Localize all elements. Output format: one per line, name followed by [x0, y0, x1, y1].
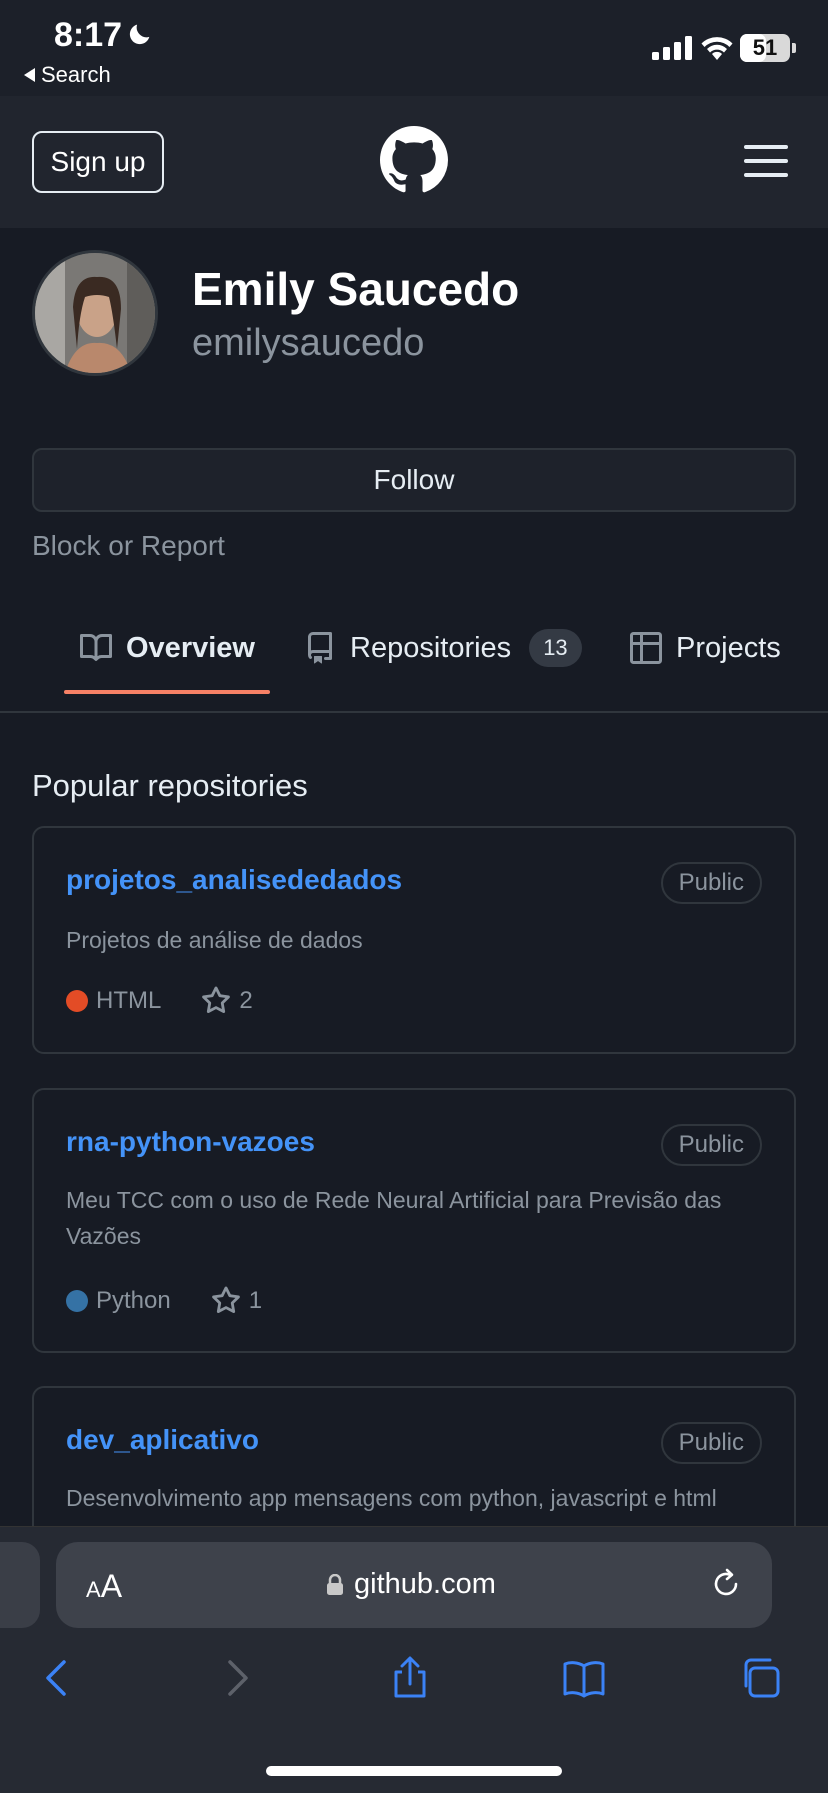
- profile-username: emilysaucedo: [192, 322, 425, 364]
- repo-language: HTML: [96, 987, 162, 1014]
- repo-description: Projetos de análise de dados: [66, 927, 363, 953]
- repo-description: Desenvolvimento app mensagens com python…: [66, 1485, 717, 1511]
- repo-name-link[interactable]: dev_aplicativo: [66, 1424, 259, 1456]
- avatar-photo: [35, 253, 155, 373]
- url-display[interactable]: github.com: [326, 1568, 496, 1601]
- visibility-badge: Public: [660, 1422, 762, 1464]
- repo-name-link[interactable]: projetos_analisededados: [66, 864, 402, 896]
- avatar: [32, 250, 158, 376]
- wifi-icon: [701, 37, 733, 60]
- star-icon[interactable]: [211, 1286, 241, 1316]
- sign-up-button[interactable]: Sign up: [32, 131, 164, 193]
- visibility-badge: Public: [660, 862, 762, 904]
- star-icon[interactable]: [201, 986, 231, 1016]
- back-triangle-icon: [24, 68, 35, 82]
- forward-icon[interactable]: [214, 1656, 258, 1700]
- share-icon[interactable]: [388, 1656, 432, 1700]
- github-logo-icon[interactable]: [380, 126, 448, 194]
- battery-icon: 51: [740, 34, 790, 62]
- repo-language: Python: [96, 1287, 171, 1314]
- battery-tip: [792, 43, 796, 53]
- popular-repositories-heading: Popular repositories: [32, 768, 308, 803]
- moon-icon: [129, 24, 150, 45]
- repositories-count-badge: 13: [529, 629, 582, 667]
- book-icon: [80, 633, 112, 661]
- tabs-icon[interactable]: [738, 1656, 782, 1700]
- tab-repositories[interactable]: Repositories 13: [304, 626, 582, 670]
- back-icon[interactable]: [36, 1656, 80, 1700]
- repo-icon: [308, 632, 332, 664]
- language-color-dot: [66, 990, 88, 1012]
- hamburger-icon[interactable]: [744, 145, 788, 177]
- back-search-label: Search: [41, 62, 111, 87]
- text-size-small-a: A: [86, 1577, 101, 1602]
- tabs-divider: [0, 711, 828, 713]
- text-size-large-a: A: [100, 1568, 123, 1604]
- url-text: github.com: [354, 1568, 496, 1600]
- back-to-search-button[interactable]: Search: [24, 62, 111, 88]
- previous-tab-peek[interactable]: [0, 1542, 40, 1628]
- battery-level: 51: [752, 35, 778, 60]
- tab-projects-label: Projects: [676, 631, 781, 664]
- tab-overview-label: Overview: [126, 631, 255, 664]
- profile-display-name: Emily Saucedo: [192, 263, 520, 315]
- bookmarks-icon[interactable]: [562, 1656, 606, 1700]
- language-color-dot: [66, 1290, 88, 1312]
- table-icon: [630, 632, 662, 664]
- status-time: 8:17: [54, 16, 123, 54]
- signal-icon: [652, 36, 692, 60]
- repo-star-count[interactable]: 2: [239, 987, 252, 1015]
- tab-overview[interactable]: Overview: [80, 626, 255, 670]
- repo-card: rna-python-vazoes Public Meu TCC com o u…: [32, 1088, 796, 1353]
- lock-icon: [327, 1573, 343, 1595]
- repo-star-count[interactable]: 1: [249, 1287, 262, 1315]
- home-indicator[interactable]: [266, 1766, 562, 1776]
- repo-meta: HTML 2: [66, 986, 253, 1016]
- follow-button[interactable]: Follow: [32, 448, 796, 512]
- visibility-badge: Public: [660, 1124, 762, 1166]
- block-or-report-link[interactable]: Block or Report: [32, 530, 225, 562]
- repo-card: projetos_analisededados Public Projetos …: [32, 826, 796, 1054]
- text-size-button[interactable]: AA: [86, 1568, 122, 1605]
- repo-name-link[interactable]: rna-python-vazoes: [66, 1126, 315, 1158]
- tab-repositories-label: Repositories: [350, 631, 512, 664]
- tab-projects[interactable]: Projects: [630, 626, 781, 670]
- repo-meta: Python 1: [66, 1286, 262, 1316]
- reload-icon[interactable]: [708, 1566, 744, 1602]
- selected-tab-underline: [64, 690, 270, 694]
- repo-description: Meu TCC com o uso de Rede Neural Artific…: [66, 1187, 722, 1249]
